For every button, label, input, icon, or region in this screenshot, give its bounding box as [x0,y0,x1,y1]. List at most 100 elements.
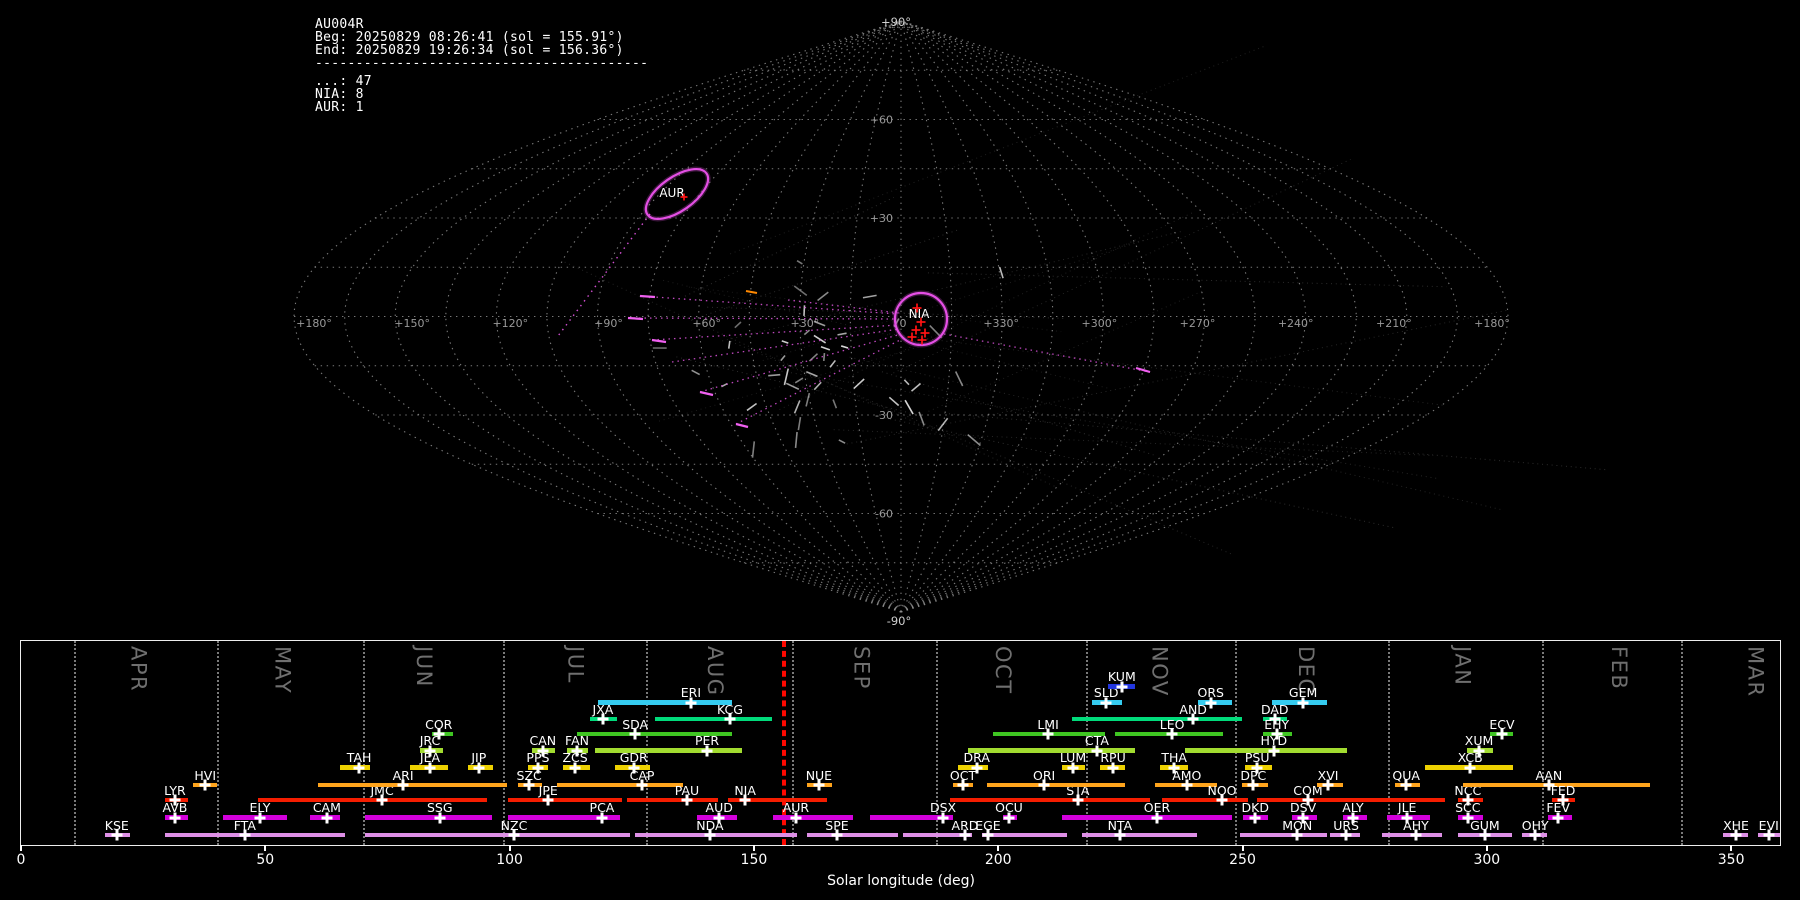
meteor-dash [853,378,865,390]
shower-bar [165,832,345,838]
faint-trace [762,239,1147,362]
shower-label: OCU [995,800,1023,815]
lon-tick-label: +330° [983,317,1019,330]
axis-tick [752,845,755,851]
meteor-dash [794,431,798,448]
shower-label: NUE [805,767,833,783]
shower-label: ECV [1489,716,1515,732]
shower-label: CAN [529,733,557,748]
pole-label-north: +90° [881,15,911,29]
meteor-dash [813,334,827,344]
shower-bar [364,832,630,838]
meteor-dash [806,371,818,378]
meteor-dash [794,377,804,384]
shower-label: XUM [1464,733,1494,748]
sky-map: +90° -90° +60 +30 -30 -60 +180° +150° +120° +90° +… [293,15,1606,628]
meteor-dash [822,352,826,362]
shower-bar [318,782,508,788]
meteor-dash [832,399,838,409]
shower-bar [257,797,488,803]
trail-mark [627,316,644,321]
shower-label: LUM [1059,750,1087,765]
meteor-dash [797,416,802,431]
axis-tick [997,845,1000,851]
axis-tick [508,845,511,851]
shower-bar [986,782,1125,788]
lat-tick-label: +60 [870,114,893,127]
month-boundary-line [74,641,77,845]
shower-label: DSV [1290,800,1317,815]
shower-bar [1072,716,1243,722]
shower-bar [807,832,899,838]
lat-tick-label: +30 [870,212,893,225]
shower-label: GUM [1470,817,1500,833]
faint-trace [889,333,1445,406]
shower-label: XVI [1317,767,1339,783]
month-boundary-line [646,641,649,845]
shower-bar [635,832,797,838]
orange-trail-mark [745,290,758,294]
shower-label: XHE [1723,817,1749,833]
meteor-dash [691,369,701,376]
month-label: JUN [412,646,437,688]
faint-trace [833,429,1434,457]
faint-trace [684,196,895,297]
axis-tick-label: 0 [16,852,26,868]
meteor-dash [838,439,846,444]
shower-label: PCA [589,800,615,815]
shower-label: EHY [1264,716,1290,732]
month-label: SEP [849,646,874,690]
meteor-dash [937,417,949,432]
meteor-dash [751,441,756,458]
trail-mark [735,422,749,429]
lon-tick-label: +120° [492,317,528,330]
axis-tick-label: 150 [740,852,768,868]
axis-tick [264,845,267,851]
shower-label: LMI [1037,716,1059,732]
meteor-dash [803,305,806,317]
meteor-dash [840,345,849,349]
shower-label: SDA [622,716,649,732]
axis-tick-label: 300 [1473,852,1501,868]
lat-tick-label: -60 [875,508,893,521]
shower-label: GDR [619,750,648,765]
radiant-label-aur: AUR [659,186,684,200]
meteor-dash [808,353,819,362]
shower-label: DKD [1241,800,1269,815]
trail-mark [651,338,667,344]
nia-trail [627,317,897,320]
month-boundary-line [1681,641,1684,845]
shower-bar [1062,815,1232,820]
header-line: ----------------------------------------… [315,56,649,71]
shower-label: JPE [538,782,558,798]
shower-label: NTA [1107,817,1133,833]
header-line: AUR: 1 [315,100,364,115]
meteor-dash [785,382,800,390]
meteor-dash [734,321,742,329]
meteor-dash [820,345,831,351]
month-label: MAR [1743,646,1768,698]
shower-bar [598,700,732,705]
shower-label: AUR [782,800,810,815]
shower-label: GEM [1288,685,1318,700]
lon-tick-label: +180° [296,317,332,330]
month-label: OCT [991,646,1016,695]
meteor-dash [817,291,829,302]
shower-label: ERI [680,685,702,700]
meteor-dash [781,340,789,344]
faint-trace [893,158,1351,374]
meteor-dash [954,371,964,387]
meteor-dash [805,392,811,407]
shower-label: EGE [975,817,1001,833]
axis-tick-label: 50 [256,852,275,868]
shower-label: AUD [705,800,733,815]
shower-label: NOO [1207,782,1237,798]
shower-label: FED [1550,782,1576,798]
shower-bar [1240,832,1328,838]
month-label: JAN [1450,646,1475,687]
month-label: JUL [563,646,588,684]
shower-label: OER [1143,800,1171,815]
faint-trace [676,356,924,417]
month-label: MAY [270,646,295,695]
month-boundary-line [503,641,506,845]
